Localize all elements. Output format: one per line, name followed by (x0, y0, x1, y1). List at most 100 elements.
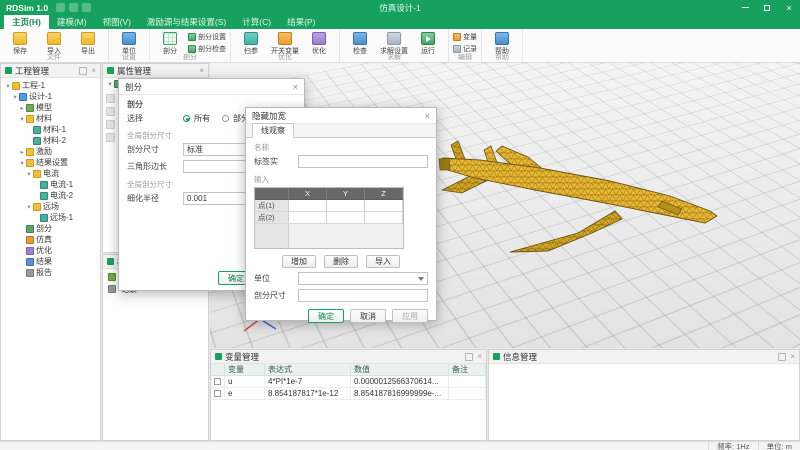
refine-dialog-header[interactable]: 隐藏加宽 × (246, 108, 436, 124)
cancel-button[interactable]: 取消 (350, 309, 386, 323)
point-cell[interactable] (327, 212, 365, 224)
point-cell[interactable] (327, 200, 365, 212)
tree-item[interactable]: 优化 (1, 245, 100, 256)
row-label: 点(1) (255, 200, 289, 212)
prop-tool-icon[interactable] (106, 107, 115, 116)
label-field-input[interactable] (298, 155, 428, 168)
point-cell[interactable] (289, 200, 327, 212)
menu-tab[interactable]: 主页(H) (4, 15, 49, 29)
action-button[interactable]: 导入 (366, 255, 400, 268)
status-unit: 单位: m (758, 442, 800, 450)
menu-tab[interactable]: 计算(C) (234, 15, 279, 29)
tree-item-label: 材料 (36, 113, 52, 124)
tree-item[interactable]: ▾结果设置 (1, 157, 100, 168)
close-icon[interactable]: × (199, 67, 204, 75)
tree-item[interactable]: ▾工程-1 (1, 80, 100, 91)
unit-select[interactable] (298, 272, 428, 285)
select-all-cell[interactable] (211, 364, 225, 375)
radio-all[interactable] (183, 115, 190, 122)
tab-line[interactable]: 线观察 (252, 123, 294, 138)
blue-icon (495, 32, 509, 45)
variable-row[interactable]: u4*PI*1e-70.0000012566370614... (211, 376, 486, 388)
checkbox[interactable] (214, 390, 221, 397)
orange-icon (278, 32, 292, 45)
expander-icon[interactable]: ▸ (18, 104, 26, 112)
prop-tool-icon[interactable] (106, 94, 115, 103)
ribbon-button[interactable]: 剖分设置 (188, 32, 226, 42)
close-icon[interactable]: × (293, 82, 298, 92)
point-cell[interactable] (289, 212, 327, 224)
prop-tool-icon[interactable] (106, 133, 115, 142)
menu-tab[interactable]: 激励源与结果设置(S) (139, 15, 234, 29)
menu-tab[interactable]: 建模(M) (49, 15, 95, 29)
ribbon-group-label: 文件 (0, 53, 108, 62)
close-icon[interactable]: × (425, 111, 430, 121)
pin-icon[interactable] (465, 353, 473, 361)
expander-icon[interactable]: ▾ (25, 203, 33, 211)
point-cell[interactable] (365, 200, 403, 212)
radio-all-label[interactable]: 所有 (194, 113, 210, 124)
column-header: 备注 (449, 364, 486, 375)
pin-icon[interactable] (79, 67, 87, 75)
apply-button[interactable]: 应用 (392, 309, 428, 323)
tree-item-label: 模型 (36, 102, 52, 113)
save-icon[interactable] (56, 3, 65, 12)
close-icon[interactable]: × (91, 67, 96, 75)
prop-tool-icon[interactable] (106, 120, 115, 129)
tree-item[interactable]: 仿真 (1, 234, 100, 245)
tree-item[interactable]: 材料-1 (1, 124, 100, 135)
expander-icon[interactable]: ▾ (25, 170, 33, 178)
tree-item-label: 电流 (43, 168, 59, 179)
ribbon-button[interactable]: 变量 (453, 32, 477, 42)
tree-item[interactable]: ▸ 模型 (1, 102, 100, 113)
tree-item[interactable]: 剖分 (1, 223, 100, 234)
tree-item[interactable]: 结果 (1, 256, 100, 267)
checkbox[interactable] (214, 378, 221, 385)
sim-icon (26, 236, 34, 244)
app-name: RDSim 1.0 (0, 3, 54, 13)
pin-icon[interactable] (778, 353, 786, 361)
menubar: 主页(H)建模(M)视图(V)激励源与结果设置(S)计算(C)结果(P) (0, 15, 800, 29)
expander-icon[interactable]: ▾ (106, 80, 114, 88)
tree-item[interactable]: 材料-2 (1, 135, 100, 146)
row-label: 点(2) (255, 212, 289, 224)
mesh-dialog-header[interactable]: 剖分 × (119, 79, 304, 95)
point-cell[interactable] (365, 212, 403, 224)
close-icon[interactable]: × (790, 353, 795, 361)
tree-item[interactable]: ▾ 材料 (1, 113, 100, 124)
grid-icon (163, 32, 177, 45)
ok-button[interactable]: 确定 (308, 309, 344, 323)
minimize-button[interactable] (734, 0, 756, 15)
radio-part[interactable] (222, 115, 229, 122)
expander-icon[interactable]: ▸ (18, 148, 26, 156)
refine-radius-label: 细化半径 (127, 193, 179, 204)
column-header: X (289, 188, 327, 200)
points-table-row: 点(1) (255, 200, 403, 212)
tree-item[interactable]: ▾远场 (1, 201, 100, 212)
expander-icon[interactable]: ▾ (18, 159, 26, 167)
redo-icon[interactable] (82, 3, 91, 12)
tree-item[interactable]: 报告 (1, 267, 100, 278)
tree-item[interactable]: ▸激励 (1, 146, 100, 157)
tree-item[interactable]: ▾ 电流 (1, 168, 100, 179)
expander-icon[interactable]: ▾ (18, 115, 26, 123)
tree-item[interactable]: 远场-1 (1, 212, 100, 223)
expander-icon[interactable]: ▾ (4, 82, 12, 90)
menu-tab[interactable]: 视图(V) (95, 15, 139, 29)
action-button[interactable]: 增加 (282, 255, 316, 268)
expander-icon[interactable]: ▾ (11, 93, 19, 101)
maximize-button[interactable] (756, 0, 778, 15)
variable-row[interactable]: e8.854187817*1e-128.854187816999999e-... (211, 388, 486, 400)
tree-item[interactable]: 电流-2 (1, 190, 100, 201)
variables-header-row: 变量表达式数值备注 (211, 364, 486, 376)
tree-item[interactable]: 电流-1 (1, 179, 100, 190)
action-button[interactable]: 删除 (324, 255, 358, 268)
tree-item[interactable]: ▾设计-1 (1, 91, 100, 102)
meshsize-input[interactable] (298, 289, 428, 302)
info-panel-body (489, 364, 799, 440)
close-icon[interactable]: × (477, 353, 482, 361)
close-button[interactable]: × (778, 0, 800, 15)
undo-icon[interactable] (69, 3, 78, 12)
menu-tab[interactable]: 结果(P) (279, 15, 323, 29)
ribbon-group-label: 剖分 (150, 53, 230, 62)
